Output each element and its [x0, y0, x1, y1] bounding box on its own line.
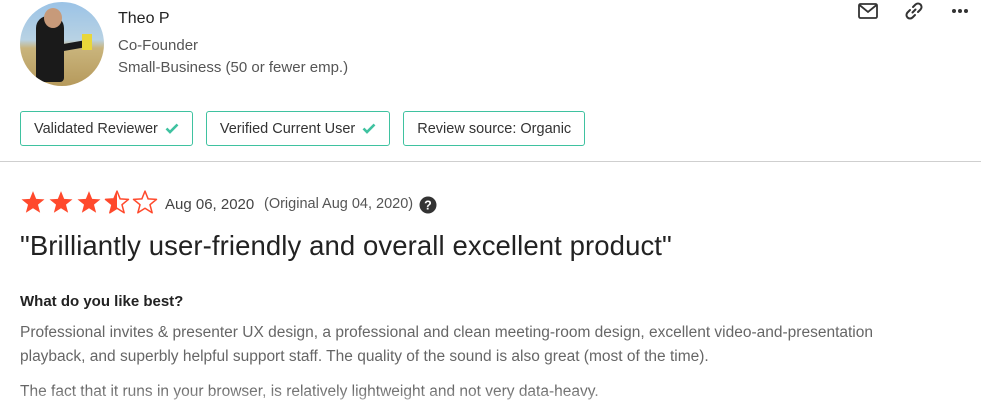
badge-label: Review source: Organic [417, 120, 572, 137]
badge-label: Verified Current User [219, 120, 356, 137]
section-divider [0, 161, 981, 162]
check-icon [362, 123, 376, 134]
review-original-date: (Original Aug 04, 2020) [264, 196, 414, 212]
review-question: What do you like best? [20, 293, 184, 310]
star-full-icon [21, 191, 45, 213]
review-actions [857, 0, 971, 22]
star-rating [20, 190, 158, 215]
reviewer-company-size: Small-Business (50 or fewer emp.) [118, 59, 349, 76]
avatar-head [44, 8, 62, 28]
star-half-icon [104, 190, 130, 214]
star-full-icon [49, 191, 73, 213]
mail-icon[interactable] [857, 0, 879, 22]
bottom-fade [0, 388, 981, 416]
review-title: "Brilliantly user-friendly and overall e… [20, 230, 672, 261]
star-empty-icon [132, 190, 158, 214]
star-full-icon [77, 191, 101, 213]
more-icon[interactable] [949, 0, 971, 22]
badge-review-source: Review source: Organic [403, 111, 586, 146]
badge-validated-reviewer: Validated Reviewer [20, 111, 193, 146]
svg-text:?: ? [424, 199, 432, 213]
reviewer-name: Theo P [118, 10, 170, 27]
reviewer-badges: Validated Reviewer Verified Current User… [20, 111, 586, 146]
review-answer-paragraph: Professional invites & presenter UX desi… [20, 324, 873, 365]
link-icon[interactable] [903, 0, 925, 22]
badge-verified-current-user: Verified Current User [205, 111, 391, 146]
check-icon [165, 123, 179, 134]
review-date: Aug 06, 2020 [165, 196, 255, 213]
reviewer-avatar [20, 2, 104, 86]
badge-label: Validated Reviewer [34, 120, 158, 137]
avatar-sign [82, 34, 92, 50]
help-icon[interactable]: ? [419, 196, 437, 214]
reviewer-role: Co-Founder [118, 37, 199, 54]
